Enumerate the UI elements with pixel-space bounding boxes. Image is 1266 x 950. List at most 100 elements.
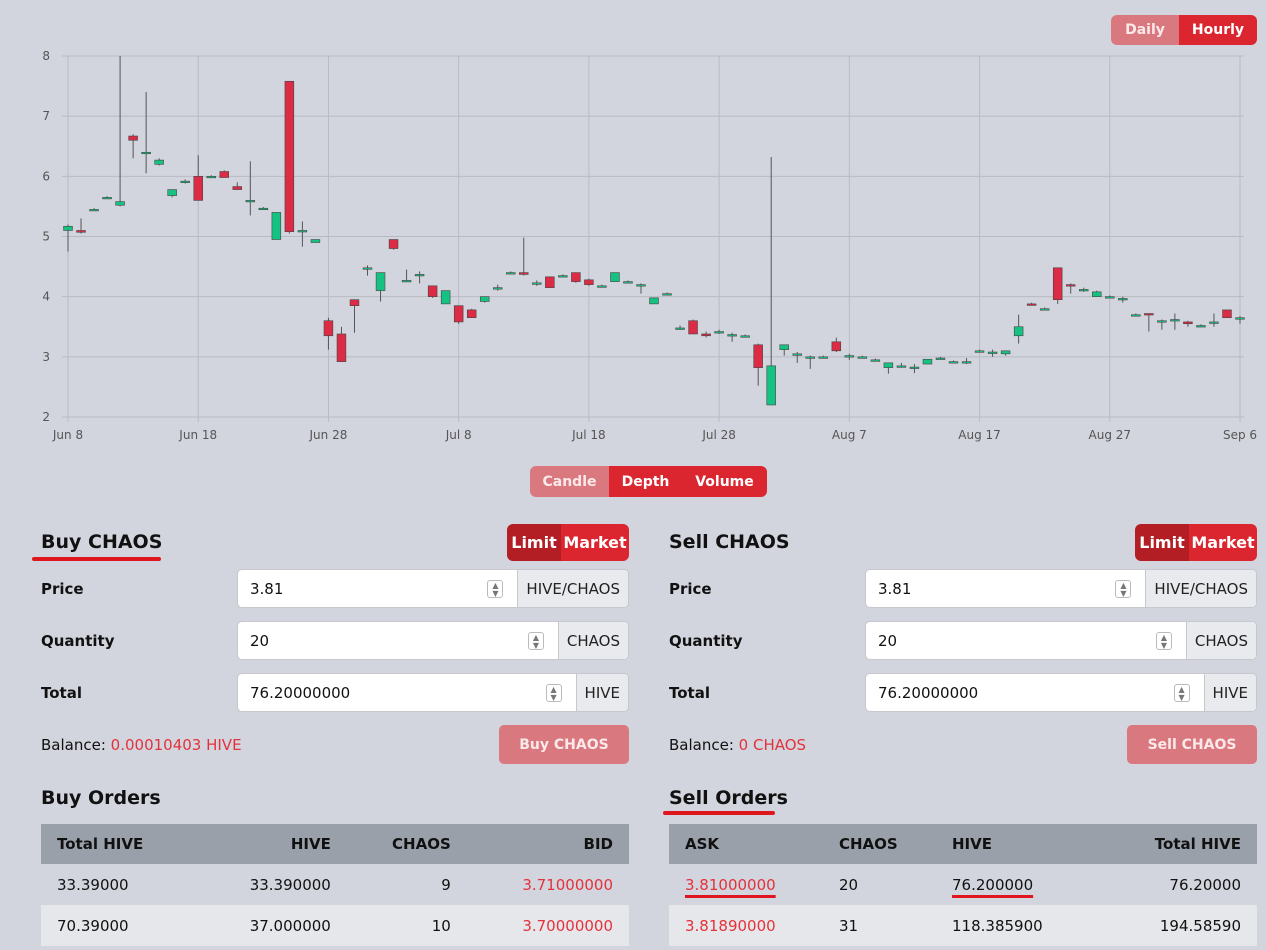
buy-price-input[interactable]: 3.81 ▲ ▼	[238, 570, 517, 607]
candle-body	[532, 282, 542, 285]
candle-body	[649, 297, 659, 305]
volume-button[interactable]: Volume	[682, 466, 767, 497]
y-tick-label: 4	[42, 290, 50, 304]
sell-quantity-input[interactable]: 20 ▲ ▼	[866, 622, 1186, 659]
candle-body	[310, 239, 321, 243]
buy-market-button[interactable]: Market	[561, 524, 629, 561]
ask-price[interactable]: 3.81890000	[669, 905, 823, 946]
spinner-icon[interactable]: ▲ ▼	[1115, 580, 1132, 598]
buy-balance-value[interactable]: 0.00010403 HIVE	[111, 736, 242, 754]
candle	[1105, 295, 1115, 299]
buy-col-bid[interactable]: BID	[466, 824, 629, 864]
candle	[753, 343, 763, 386]
candle-body	[584, 279, 594, 285]
depth-button[interactable]: Depth	[609, 466, 682, 497]
bid-price[interactable]: 3.70000000	[466, 905, 629, 946]
candle-button[interactable]: Candle	[530, 466, 609, 497]
cell: 37.000000	[197, 905, 347, 946]
sell-limit-button[interactable]: Limit	[1135, 524, 1189, 561]
sell-col-hive[interactable]: HIVE	[936, 824, 1100, 864]
candle-body	[232, 186, 243, 190]
candle-body	[662, 293, 672, 296]
table-row[interactable]: 70.39000 37.000000 10 3.70000000	[41, 905, 629, 946]
candle	[857, 355, 868, 359]
candle	[896, 362, 907, 368]
candle-body	[597, 285, 607, 288]
candle	[297, 221, 308, 247]
candle	[1092, 290, 1102, 297]
sell-col-total[interactable]: Total HIVE	[1099, 824, 1257, 864]
buy-col-total[interactable]: Total HIVE	[41, 824, 198, 864]
ask-price[interactable]: 3.81000000	[669, 864, 823, 905]
candle-body	[245, 200, 256, 203]
buy-balance: Balance: 0.00010403 HIVE	[41, 736, 242, 754]
candle-body	[1131, 314, 1141, 317]
candle	[714, 329, 724, 334]
cell: 70.39000	[41, 905, 198, 946]
table-row[interactable]: 3.81890000 31 118.385900 194.58590	[669, 905, 1257, 946]
candle-body	[167, 189, 177, 196]
candle	[532, 280, 542, 286]
bid-price[interactable]: 3.71000000	[466, 864, 629, 905]
buy-col-chaos[interactable]: CHAOS	[346, 824, 467, 864]
spinner-icon[interactable]: ▲ ▼	[487, 580, 504, 598]
candle	[987, 349, 998, 357]
sell-total-label: Total	[669, 684, 710, 702]
candle-body	[883, 362, 894, 368]
table-row[interactable]: 3.81000000 20 76.200000 76.20000	[669, 864, 1257, 905]
candle	[180, 179, 190, 184]
buy-total-label: Total	[41, 684, 82, 702]
candle-body	[766, 365, 776, 406]
buy-button[interactable]: Buy CHAOS	[499, 725, 629, 764]
sell-quantity-unit: CHAOS	[1185, 622, 1256, 659]
cell: 31	[823, 905, 936, 946]
candle	[388, 239, 399, 250]
sell-balance-label: Balance:	[669, 736, 734, 754]
candle-body	[362, 267, 373, 270]
candle-body	[349, 299, 360, 306]
buy-price-label: Price	[41, 580, 84, 598]
sell-balance-value[interactable]: 0 CHAOS	[739, 736, 806, 754]
buy-col-hive[interactable]: HIVE	[197, 824, 347, 864]
candle	[1131, 313, 1141, 317]
buy-orders-title: Buy Orders	[41, 787, 161, 809]
cell: 20	[823, 864, 936, 905]
sell-col-chaos[interactable]: CHAOS	[823, 824, 936, 864]
table-row[interactable]: 33.39000 33.390000 9 3.71000000	[41, 864, 629, 905]
spinner-icon[interactable]: ▲ ▼	[1155, 632, 1172, 650]
candle	[636, 283, 646, 294]
spinner-icon[interactable]: ▲ ▼	[545, 684, 562, 702]
sell-total-input[interactable]: 76.20000000 ▲ ▼	[866, 674, 1204, 711]
y-tick-label: 7	[42, 109, 50, 123]
candle	[870, 358, 881, 362]
candle-body	[219, 171, 229, 178]
candle	[271, 212, 282, 240]
buy-limit-button[interactable]: Limit	[507, 524, 561, 561]
candle-body	[714, 331, 724, 334]
candle	[1183, 320, 1193, 327]
spinner-icon[interactable]: ▲ ▼	[527, 632, 544, 650]
sell-col-ask[interactable]: ASK	[669, 824, 823, 864]
candle-body	[870, 359, 881, 362]
buy-total-input[interactable]: 76.20000000 ▲ ▼	[238, 674, 576, 711]
sell-button[interactable]: Sell CHAOS	[1127, 725, 1257, 764]
sell-price-input[interactable]: 3.81 ▲ ▼	[866, 570, 1145, 607]
candle-body	[831, 341, 842, 352]
x-tick-label: Sep 6	[1223, 428, 1257, 442]
x-tick-label: Jul 8	[445, 428, 472, 442]
candle	[1157, 319, 1167, 330]
candle-body	[1039, 308, 1050, 311]
buy-quantity-input[interactable]: 20 ▲ ▼	[238, 622, 558, 659]
sell-total-group: 76.20000000 ▲ ▼ HIVE	[865, 673, 1257, 712]
buy-orders-table: Total HIVE HIVE CHAOS BID 33.39000 33.39…	[41, 824, 629, 946]
candle-body	[753, 344, 763, 368]
candle-body	[701, 333, 711, 337]
candle	[623, 280, 633, 284]
sell-market-button[interactable]: Market	[1189, 524, 1257, 561]
hive-value: 76.200000	[952, 875, 1034, 894]
candle	[349, 299, 360, 333]
cell: 76.200000	[936, 864, 1100, 905]
candle-body	[1209, 321, 1219, 324]
spinner-icon[interactable]: ▲ ▼	[1173, 684, 1190, 702]
candle-body	[375, 272, 386, 291]
